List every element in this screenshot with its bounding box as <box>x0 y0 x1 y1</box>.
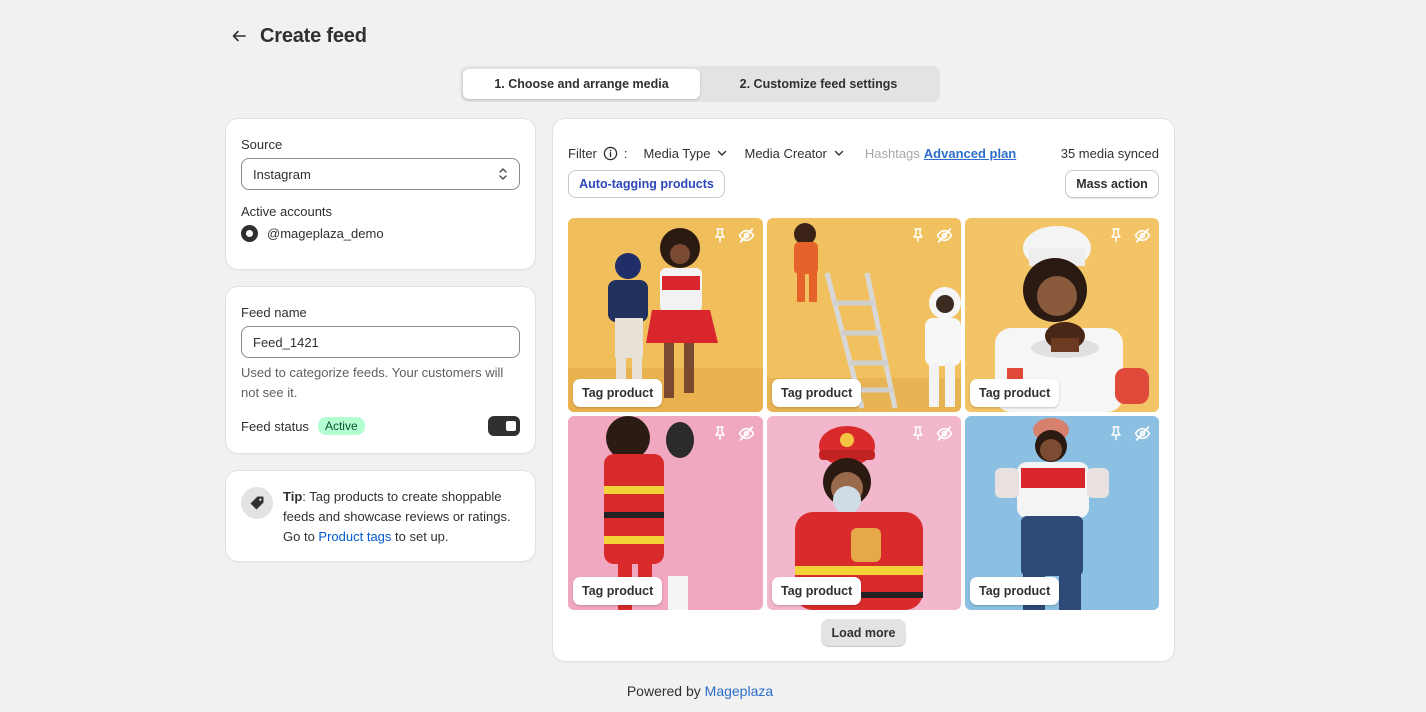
media-tile[interactable]: Tag product <box>767 416 961 610</box>
mageplaza-link[interactable]: Mageplaza <box>705 683 774 699</box>
tag-product-button[interactable]: Tag product <box>573 577 663 605</box>
active-accounts-label: Active accounts <box>241 204 333 219</box>
tip-bold: Tip <box>283 489 303 504</box>
media-creator-dropdown[interactable]: Media Creator <box>744 146 844 161</box>
chevron-down-icon <box>718 150 727 156</box>
source-card: Source Instagram Active accounts @magepl… <box>226 119 535 269</box>
pin-icon[interactable] <box>1107 226 1125 244</box>
tile-actions <box>1107 226 1151 244</box>
tile-actions <box>909 424 953 442</box>
page-header: Create feed <box>228 22 367 50</box>
arrow-left-icon <box>232 30 246 42</box>
feed-name-label: Feed name <box>241 305 307 320</box>
page-title: Create feed <box>260 24 367 47</box>
source-label: Source <box>241 137 283 152</box>
media-creator-label: Media Creator <box>744 145 827 161</box>
tag-icon <box>241 487 273 519</box>
filter-colon: : <box>623 145 628 161</box>
tag-product-button[interactable]: Tag product <box>573 379 663 407</box>
chevron-down-icon <box>834 150 844 156</box>
auto-tagging-button[interactable]: Auto-tagging products <box>568 170 725 198</box>
pin-icon[interactable] <box>1107 424 1125 442</box>
media-tile[interactable]: Tag product <box>965 416 1159 610</box>
tag-product-button[interactable]: Tag product <box>970 379 1060 407</box>
advanced-plan-link[interactable]: Advanced plan <box>924 146 1016 161</box>
media-type-label: Media Type <box>643 145 711 161</box>
tip-after: to set up. <box>391 529 449 544</box>
tag-product-button[interactable]: Tag product <box>772 577 862 605</box>
tile-actions <box>909 226 953 244</box>
filter-label: Filter : <box>568 146 628 161</box>
media-tile[interactable]: Tag product <box>568 218 763 412</box>
footer: Powered by Mageplaza <box>0 683 1400 699</box>
eye-off-icon[interactable] <box>1133 226 1151 244</box>
eye-off-icon[interactable] <box>935 226 953 244</box>
eye-off-icon[interactable] <box>737 424 755 442</box>
eye-off-icon[interactable] <box>737 226 755 244</box>
tag-product-button[interactable]: Tag product <box>970 577 1060 605</box>
account-option: @mageplaza_demo <box>241 225 520 242</box>
eye-off-icon[interactable] <box>1133 424 1151 442</box>
feed-status-label: Feed status <box>241 418 309 434</box>
pin-icon[interactable] <box>909 226 927 244</box>
filter-text: Filter <box>568 145 597 161</box>
pin-icon[interactable] <box>909 424 927 442</box>
pin-icon[interactable] <box>711 226 729 244</box>
tab-customize-settings[interactable]: 2. Customize feed settings <box>700 69 937 99</box>
media-synced-count: 35 media synced <box>1060 145 1159 161</box>
media-tile[interactable]: Tag product <box>965 218 1159 412</box>
footer-text: Powered by <box>626 683 701 699</box>
eye-off-icon[interactable] <box>935 424 953 442</box>
product-tags-link[interactable]: Product tags <box>318 529 391 544</box>
info-icon[interactable] <box>603 146 618 161</box>
feed-status-toggle[interactable] <box>488 416 520 436</box>
feed-name-help: Used to categorize feeds. Your customers… <box>241 365 504 400</box>
tile-actions <box>711 226 755 244</box>
account-radio[interactable] <box>241 225 258 242</box>
step-tabs: 1. Choose and arrange media 2. Customize… <box>460 66 940 102</box>
tile-actions <box>1107 424 1151 442</box>
source-select[interactable]: Instagram <box>241 158 520 190</box>
tag-product-button[interactable]: Tag product <box>772 379 862 407</box>
media-card: Filter : Media Type Media Creator Hashta… <box>553 119 1174 661</box>
account-name: @mageplaza_demo <box>267 226 384 241</box>
hashtags-filter-disabled: Hashtags <box>864 145 920 161</box>
mass-action-button[interactable]: Mass action <box>1065 170 1159 198</box>
tab-choose-media[interactable]: 1. Choose and arrange media <box>463 69 700 99</box>
feed-name-input[interactable] <box>241 326 520 358</box>
tip-card: Tip: Tag products to create shoppable fe… <box>226 471 535 561</box>
load-more-button[interactable]: Load more <box>821 619 906 647</box>
tip-text: Tip: Tag products to create shoppable fe… <box>283 487 520 545</box>
feed-status-row: Feed status Active <box>241 416 520 436</box>
media-type-dropdown[interactable]: Media Type <box>644 146 729 161</box>
back-button[interactable] <box>228 25 250 47</box>
pin-icon[interactable] <box>711 424 729 442</box>
media-tile[interactable]: Tag product <box>568 416 763 610</box>
media-grid: Tag product Tag product Tag product Tag … <box>568 218 1159 610</box>
tile-actions <box>711 424 755 442</box>
media-tile[interactable]: Tag product <box>767 218 961 412</box>
select-chevron-icon <box>499 168 507 180</box>
feed-card: Feed name Used to categorize feeds. Your… <box>226 287 535 453</box>
source-select-value: Instagram <box>253 166 311 182</box>
filter-bar: Filter : Media Type Media Creator Hashta… <box>568 143 1159 163</box>
status-badge: Active <box>317 417 365 435</box>
